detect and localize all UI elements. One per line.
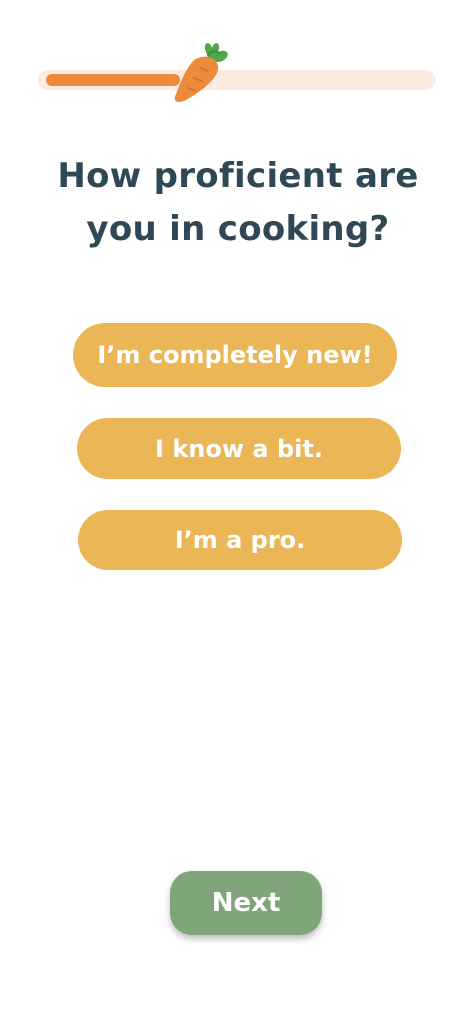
- option-completely-new-button[interactable]: I’m completely new!: [73, 323, 397, 387]
- option-pro-button[interactable]: I’m a pro.: [78, 510, 402, 570]
- progress-fill: [46, 74, 180, 86]
- carrot-icon: [174, 43, 228, 102]
- next-button[interactable]: Next: [170, 871, 322, 935]
- question-title: How proficient are you in cooking?: [57, 156, 419, 249]
- progress-bar: [38, 70, 436, 90]
- option-know-a-bit-button[interactable]: I know a bit.: [77, 418, 401, 479]
